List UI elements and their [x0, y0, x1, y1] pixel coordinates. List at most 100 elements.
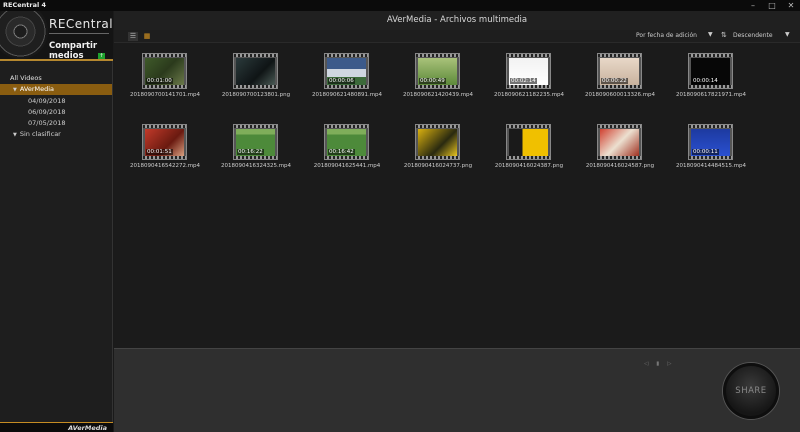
next-icon[interactable]: ▷ [667, 361, 671, 367]
media-thumbnail: 00:00:49 [415, 53, 460, 89]
share-label: SHARE [735, 386, 767, 396]
main-header: AVerMedia - Archivos multimedia [114, 11, 800, 30]
view-toolbar: ☰ ▦ Por fecha de adición ▼ ⇅ Descendente… [114, 30, 800, 43]
media-tile[interactable]: 00:01:51 20180904165422​72.mp4 [120, 115, 210, 175]
brand-header: RECentral Compartir medios ↑ [0, 11, 113, 61]
tree-item[interactable]: ▼ AVerMedia [0, 84, 112, 95]
thumbnail-grid: 00:01:00 20180907001417​01.mp4 20180907001… [114, 44, 800, 344]
prev-icon[interactable]: ◁ [644, 361, 648, 367]
share-button[interactable]: SHARE [723, 363, 779, 419]
preview-controls: ◁ ▮ ▷ [644, 361, 672, 367]
file-name: 20180904165422​72.mp4 [129, 163, 201, 169]
pause-icon[interactable]: ▮ [656, 361, 659, 367]
media-thumbnail: 00:01:00 [142, 53, 187, 89]
share-panel: ◁ ▮ ▷ SHARE [114, 348, 800, 432]
tree-item[interactable]: 06/09/2018 [0, 107, 112, 118]
duration-label: 00:00:11 [692, 149, 719, 155]
close-icon[interactable]: ✕ [785, 0, 797, 11]
tree-item[interactable]: ▼ Sin clasificar [0, 129, 112, 140]
window-title: RECentral 4 [3, 1, 46, 9]
expand-triangle-icon[interactable]: ▼ [13, 130, 17, 141]
media-tile[interactable]: 00:00:49 20180906214204​39.mp4 [393, 44, 483, 104]
file-name: 20180906214808​91.mp4 [311, 92, 383, 98]
thumbnail-image [509, 129, 548, 156]
maximize-icon[interactable]: □ [766, 0, 778, 11]
duration-label: 00:00:14 [692, 78, 719, 84]
media-tile[interactable]: 20180904160247​37.png [393, 115, 483, 175]
page-title: AVerMedia - Archivos multimedia [386, 15, 528, 25]
tree-item-label: 06/09/2018 [28, 108, 66, 116]
window-controls: – □ ✕ [747, 0, 797, 11]
file-name: 20180904160243​87.png [494, 163, 564, 169]
media-thumbnail [415, 124, 460, 160]
file-name: 20180904160245​87.png [585, 163, 655, 169]
sort-field-dropdown[interactable]: Por fecha de adición [636, 32, 697, 39]
media-tile[interactable]: 20180904160245​87.png [575, 115, 665, 175]
tree-item-label: 07/05/2018 [28, 119, 66, 127]
disc-logo-icon [0, 11, 48, 59]
file-name: 20180906178219​71.mp4 [675, 92, 747, 98]
media-thumbnail: 00:02:14 [506, 53, 551, 89]
duration-label: 00:00:06 [328, 78, 355, 84]
tree-item-label: Sin clasificar [19, 130, 61, 138]
duration-label: 00:01:51 [146, 149, 173, 155]
upload-icon[interactable]: ↑ [98, 53, 105, 59]
media-tile[interactable]: 00:01:00 20180907001417​01.mp4 [120, 44, 210, 104]
file-name: 20180907001417​01.mp4 [129, 92, 201, 98]
thumbnail-image [418, 129, 457, 156]
thumbnail-image [600, 129, 639, 156]
media-thumbnail: 00:16:22 [233, 124, 278, 160]
media-thumbnail [597, 124, 642, 160]
media-tile[interactable]: 00:16:42 20180904162544​1.mp4 [302, 115, 392, 175]
media-thumbnail: 00:16:42 [324, 124, 369, 160]
duration-label: 00:16:42 [328, 149, 355, 155]
media-tile[interactable]: 00:00:14 20180906178219​71.mp4 [666, 44, 756, 104]
media-tile[interactable]: 20180904160243​87.png [484, 115, 574, 175]
chevron-down-icon[interactable]: ▼ [708, 31, 713, 38]
media-thumbnail: 00:01:51 [142, 124, 187, 160]
media-tile[interactable]: 00:02:14 20180906211822​35.mp4 [484, 44, 574, 104]
media-thumbnail: 00:00:11 [688, 124, 733, 160]
duration-label: 00:00:22 [601, 78, 628, 84]
sort-icon: ⇅ [721, 31, 727, 39]
file-name: 20180906214204​39.mp4 [402, 92, 474, 98]
title-bar: RECentral 4 – □ ✕ [0, 0, 800, 11]
duration-label: 00:00:49 [419, 78, 446, 84]
media-tile[interactable]: 00:16:22 20180904163243​25.mp4 [211, 115, 301, 175]
tree-item-label: AVerMedia [19, 85, 55, 93]
chevron-down-icon[interactable]: ▼ [785, 31, 790, 38]
media-thumbnail: 00:00:14 [688, 53, 733, 89]
media-tile[interactable]: 00:00:11 20180904144845​15.mp4 [666, 115, 756, 175]
file-name: 20180904160247​37.png [403, 163, 473, 169]
sidebar-footer: AVerMedia [0, 422, 113, 432]
media-tile[interactable]: 00:00:22 20180906000133​26.mp4 [575, 44, 665, 104]
expand-triangle-icon[interactable]: ▼ [13, 85, 17, 96]
tree-item[interactable]: 07/05/2018 [0, 118, 112, 129]
file-name: 20180906211822​35.mp4 [493, 92, 565, 98]
media-tile[interactable]: 20180907001238​01.png [211, 44, 301, 104]
file-name: 20180904144845​15.mp4 [675, 163, 747, 169]
file-name: 20180904162544​1.mp4 [313, 163, 381, 169]
media-thumbnail [233, 53, 278, 89]
minimize-icon[interactable]: – [747, 0, 759, 11]
file-name: 20180906000133​26.mp4 [584, 92, 656, 98]
duration-label: 00:16:22 [237, 149, 264, 155]
media-browser: AVerMedia - Archivos multimedia ☰ ▦ Por … [114, 11, 800, 348]
media-thumbnail: 00:00:06 [324, 53, 369, 89]
file-name: 20180904163243​25.mp4 [220, 163, 292, 169]
list-view-icon[interactable]: ☰ [128, 32, 138, 41]
app-logo: RECentral [49, 17, 113, 31]
all-videos-header[interactable]: All Videos [0, 72, 112, 84]
media-tile[interactable]: 00:00:06 20180906214808​91.mp4 [302, 44, 392, 104]
thumbnail-image [236, 58, 275, 85]
duration-label: 00:01:00 [146, 78, 173, 84]
sort-order-dropdown[interactable]: Descendente [733, 32, 773, 39]
sidebar: RECentral Compartir medios ↑ All Videos … [0, 11, 113, 432]
media-thumbnail: 00:00:22 [597, 53, 642, 89]
duration-label: 00:02:14 [510, 78, 537, 84]
grid-view-icon[interactable]: ▦ [142, 32, 152, 41]
tree-item[interactable]: 04/09/2018 [0, 96, 112, 107]
media-thumbnail [506, 124, 551, 160]
file-name: 20180907001238​01.png [221, 92, 291, 98]
tree-item-label: 04/09/2018 [28, 97, 66, 105]
